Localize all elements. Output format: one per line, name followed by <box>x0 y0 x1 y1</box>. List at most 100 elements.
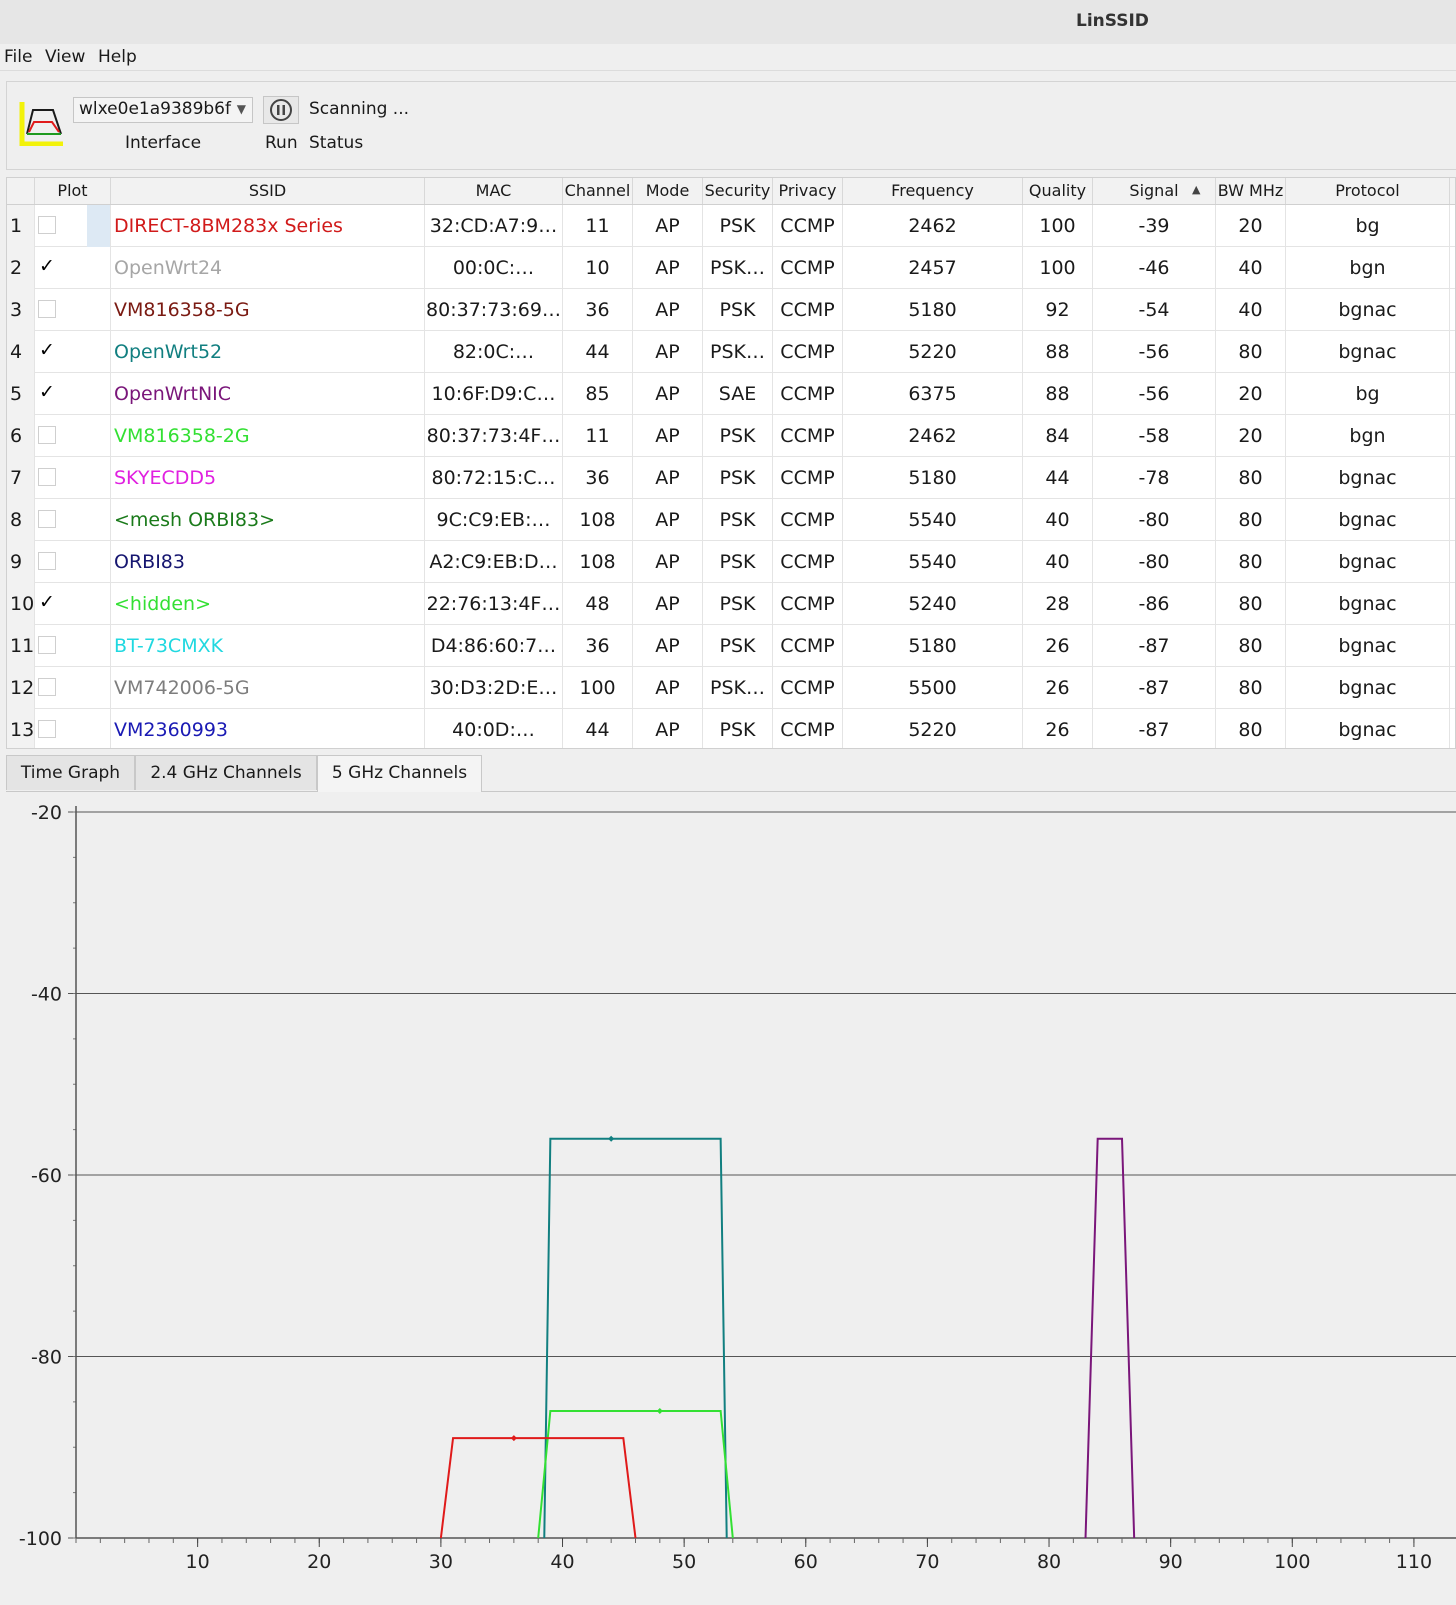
cell-security: PSK <box>703 415 773 457</box>
cell-mac: 32:CD:A7:9… <box>425 205 563 247</box>
tab-time-graph[interactable]: Time Graph <box>6 755 135 790</box>
cell-frequency: 5220 <box>843 709 1023 748</box>
cell-mac: 00:0C:… <box>425 247 563 289</box>
plot-cell <box>35 289 111 331</box>
cell-privacy: CCMP <box>773 373 843 415</box>
plot-cell <box>35 415 111 457</box>
x-tick-label: 50 <box>672 1551 696 1573</box>
plot-checkbox[interactable] <box>38 300 56 318</box>
cell-frequency: 2462 <box>843 415 1023 457</box>
table-row[interactable]: 3 VM816358-5G 80:37:73:69… 36 AP PSK CCMP 5180 9… <box>7 289 1455 331</box>
plot-checkbox[interactable] <box>38 552 56 570</box>
table-row[interactable]: 10 ✓ <hidden> 22:76:13:4F… 48 AP PSK CCMP 5240 28… <box>7 583 1455 625</box>
cell-frequency: 5180 <box>843 625 1023 667</box>
plot-checkbox[interactable] <box>38 510 56 528</box>
table-row[interactable]: 13 VM2360993 40:0D:… 44 AP PSK CCMP 5220 26 -87 80… <box>7 709 1455 748</box>
cell-protocol: bgnac <box>1286 667 1450 709</box>
column-header-channel[interactable]: Channel <box>563 178 633 204</box>
cell-security: SAE <box>703 373 773 415</box>
cell-protocol: bgnac <box>1286 583 1450 625</box>
y-tick-label: -40 <box>31 984 62 1006</box>
cell-ssid: SKYECDD5 <box>111 457 425 499</box>
cell-mode: AP <box>633 205 703 247</box>
cell-mode: AP <box>633 583 703 625</box>
menu-file[interactable]: File <box>4 47 32 67</box>
table-row[interactable]: 4 ✓ OpenWrt52 82:0C:… 44 AP PSK… CCMP 5220 88 -56 8… <box>7 331 1455 373</box>
cell-frequency: 5180 <box>843 289 1023 331</box>
column-header-bw[interactable]: BW MHz <box>1216 178 1286 204</box>
plot-checkbox[interactable] <box>38 720 56 738</box>
cell-signal: -56 <box>1093 331 1216 373</box>
row-number: 3 <box>7 289 35 331</box>
column-header-security[interactable]: Security <box>703 178 773 204</box>
plot-cell <box>35 499 111 541</box>
column-header-mac[interactable]: MAC <box>425 178 563 204</box>
table-row[interactable]: 2 ✓ OpenWrt24 00:0C:… 10 AP PSK… CCMP 2457 100 -46… <box>7 247 1455 289</box>
plot-checkbox[interactable]: ✓ <box>38 257 56 276</box>
column-header-protocol[interactable]: Protocol <box>1286 178 1450 204</box>
plot-checkbox[interactable]: ✓ <box>38 383 56 402</box>
cell-channel: 48 <box>563 583 633 625</box>
table-header: Plot SSID MAC Channel Mode Security Privacy Fre… <box>7 178 1455 205</box>
plot-checkbox[interactable] <box>38 678 56 696</box>
window-title: LinSSID <box>1076 11 1149 31</box>
table-row[interactable]: 12 VM742006-5G 30:D3:2D:E… 100 AP PSK… CCMP 550… <box>7 667 1455 709</box>
cell-privacy: CCMP <box>773 289 843 331</box>
cell-mac: 80:37:73:4F… <box>425 415 563 457</box>
table-row[interactable]: 8 <mesh ORBI83> 9C:C9:EB:… 108 AP PSK CCMP 5540… <box>7 499 1455 541</box>
plot-checkbox[interactable] <box>38 426 56 444</box>
plot-checkbox[interactable] <box>38 216 56 234</box>
tab-2-4-ghz-channels[interactable]: 2.4 GHz Channels <box>135 755 317 790</box>
cell-security: PSK <box>703 205 773 247</box>
x-tick-label: 30 <box>429 1551 453 1573</box>
plot-checkbox[interactable] <box>38 636 56 654</box>
cell-ssid: VM816358-5G <box>111 289 425 331</box>
table-row[interactable]: 7 SKYECDD5 80:72:15:C… 36 AP PSK CCMP 5180 44 -78… <box>7 457 1455 499</box>
plot-checkbox[interactable]: ✓ <box>38 593 56 612</box>
cell-signal: -54 <box>1093 289 1216 331</box>
tab-5-ghz-channels[interactable]: 5 GHz Channels <box>317 755 482 792</box>
y-tick-label: -60 <box>31 1165 62 1187</box>
table-row[interactable]: 6 VM816358-2G 80:37:73:4F… 11 AP PSK CCMP 2462 8… <box>7 415 1455 457</box>
cell-privacy: CCMP <box>773 541 843 583</box>
sort-ascending-icon: ▲ <box>1192 183 1201 196</box>
column-header-mode[interactable]: Mode <box>633 178 703 204</box>
table-row[interactable]: 11 BT-73CMXK D4:86:60:7… 36 AP PSK CCMP 5180 26-… <box>7 625 1455 667</box>
column-header-frequency[interactable]: Frequency <box>843 178 1023 204</box>
cell-ssid: VM816358-2G <box>111 415 425 457</box>
run-pause-button[interactable] <box>263 96 299 124</box>
x-tick-label: 40 <box>550 1551 574 1573</box>
cell-protocol: bgnac <box>1286 289 1450 331</box>
table-row[interactable]: 5 ✓ OpenWrtNIC 10:6F:D9:C… 85 AP SAE CCMP 6375 88… <box>7 373 1455 415</box>
menu-view[interactable]: View <box>45 47 85 67</box>
title-bar: LinSSID <box>0 0 1456 44</box>
column-header-quality[interactable]: Quality <box>1023 178 1093 204</box>
column-header-ssid[interactable]: SSID <box>111 178 425 204</box>
plot-cell: ✓ <box>35 331 111 373</box>
cell-signal: -80 <box>1093 541 1216 583</box>
menu-help[interactable]: Help <box>98 47 137 67</box>
cell-bw: 80 <box>1216 583 1286 625</box>
cell-ssid: VM742006-5G <box>111 667 425 709</box>
column-header-plot[interactable]: Plot <box>35 178 111 204</box>
interface-select[interactable]: wlxe0e1a9389b6f ▼ <box>73 97 253 123</box>
table-row[interactable]: 9 ORBI83 A2:C9:EB:D… 108 AP PSK CCMP 5540 40 -80 8… <box>7 541 1455 583</box>
cell-mac: 10:6F:D9:C… <box>425 373 563 415</box>
table-row[interactable]: 1 DIRECT-8BM283x Series 32:CD:A7:9… 11 AP PSK… <box>7 205 1455 247</box>
cell-protocol: bgnac <box>1286 541 1450 583</box>
cell-bw: 20 <box>1216 373 1286 415</box>
cell-channel: 36 <box>563 457 633 499</box>
channel-chart: -20 -40 -60 -80 -100 10 20 30 40 50 60 70 80 90 100 110 <box>19 802 1456 1573</box>
column-header-privacy[interactable]: Privacy <box>773 178 843 204</box>
cell-privacy: CCMP <box>773 331 843 373</box>
plot-checkbox[interactable]: ✓ <box>38 341 56 360</box>
cell-frequency: 5180 <box>843 457 1023 499</box>
cell-frequency: 5240 <box>843 583 1023 625</box>
cell-quality: 100 <box>1023 247 1093 289</box>
toolbar: wlxe0e1a9389b6f ▼ Scanning ... Interface… <box>6 81 1456 170</box>
cell-ssid: OpenWrt52 <box>111 331 425 373</box>
row-number: 7 <box>7 457 35 499</box>
plot-checkbox[interactable] <box>38 468 56 486</box>
cell-signal: -39 <box>1093 205 1216 247</box>
cell-mode: AP <box>633 709 703 748</box>
